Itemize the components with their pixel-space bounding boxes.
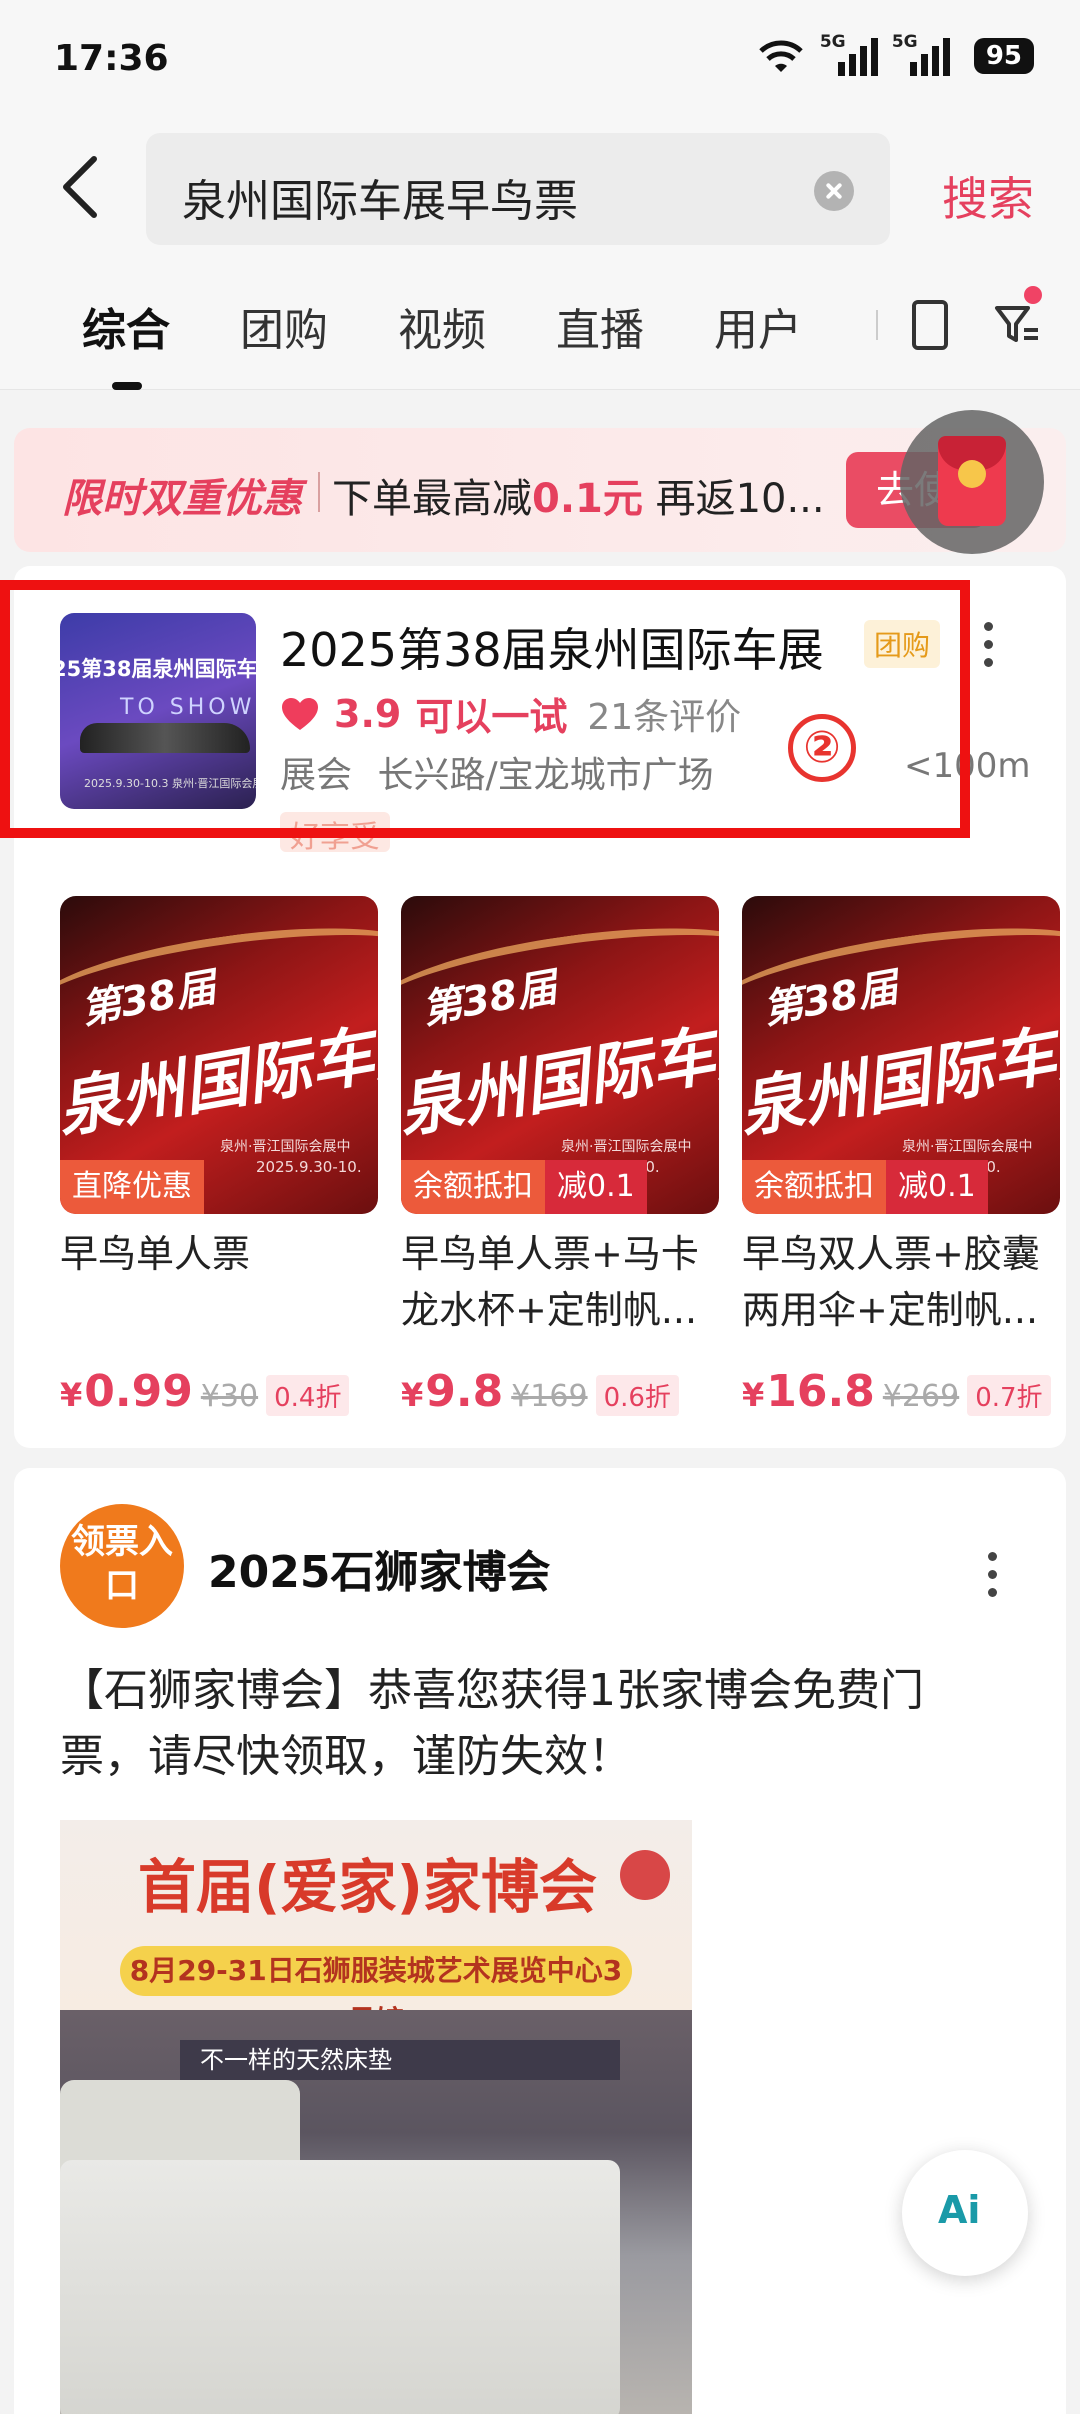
product-image[interactable]: 第38届 泉州国际车展 泉州·晋江国际会展中 2025.9.30-10. 直降优… [60, 896, 378, 1214]
original-price: ¥169 [511, 1379, 588, 1414]
post-card[interactable]: 领票入口 2025石狮家博会 【石狮家博会】恭喜您获得1张家博会免费门票，请尽快… [14, 1468, 1066, 2414]
tab-bar: 综合 团购 视频 直播 用户 [0, 250, 1080, 390]
promo-title: 限时双重优惠 [62, 476, 302, 522]
tab-live[interactable]: 直播 [556, 294, 644, 358]
product-name[interactable]: 早鸟单人票 [60, 1226, 378, 1338]
layout-toggle-icon[interactable] [912, 300, 948, 350]
image-venue: 泉州·晋江国际会展中 [902, 1139, 1033, 1155]
search-input[interactable]: 泉州国际车展早鸟票 [146, 133, 890, 245]
product-tag-amount: 减0.1 [545, 1160, 647, 1214]
current-price: 0.99 [84, 1366, 193, 1417]
currency-symbol: ¥ [401, 1376, 424, 1414]
signal-icon-2: 5G [892, 32, 950, 76]
red-packet-floating-button[interactable] [900, 410, 1044, 554]
back-arrow-icon[interactable] [56, 155, 106, 219]
clear-icon[interactable] [814, 171, 854, 211]
post-more-options-icon[interactable] [988, 1552, 998, 1606]
post-image-banner: 不一样的天然床垫 [180, 2040, 620, 2080]
network-type-2: 5G [891, 32, 918, 52]
status-bar: 17:36 5G 5G 95 [0, 0, 1080, 125]
post-image[interactable]: 首届(爱家)家博会 8月29-31日石狮服装城艺术展览中心3号馆 不一样的天然床… [60, 1820, 692, 2414]
product-image[interactable]: 第38届 泉州国际车展 泉州·晋江国际会展中 9.30-10. 余额抵扣 减0.… [742, 896, 1060, 1214]
more-options-icon[interactable] [984, 622, 994, 676]
promo-text-prefix: 下单最高减 [332, 476, 532, 522]
promo-text: 下单最高减0.1元 再返10... [332, 466, 825, 524]
status-icons: 5G 5G 95 [756, 32, 1034, 76]
post-image-header: 首届(爱家)家博会 8月29-31日石狮服装城艺术展览中心3号馆 [60, 1820, 692, 2037]
annotation-highlight-box [0, 580, 970, 838]
discount-badge: 0.4折 [266, 1375, 350, 1416]
image-venue: 泉州·晋江国际会展中 [561, 1139, 692, 1155]
ai-assistant-button[interactable]: Ai [902, 2150, 1028, 2276]
tab-group-buy[interactable]: 团购 [240, 294, 328, 358]
post-text: 【石狮家博会】恭喜您获得1张家博会免费门票，请尽快领取，谨防失效！ [60, 1665, 924, 1782]
product-tag-label: 直降优惠 [60, 1160, 204, 1214]
image-venue: 泉州·晋江国际会展中 [220, 1139, 351, 1155]
promo-amount: 0.1元 [532, 476, 643, 522]
avatar[interactable]: 领票入口 [60, 1504, 184, 1628]
post-image-subtitle: 8月29-31日石狮服装城艺术展览中心3号馆 [120, 1946, 632, 2037]
search-button[interactable]: 搜索 [942, 163, 1034, 229]
product-name[interactable]: 早鸟单人票+马卡龙水杯+定制帆... [401, 1226, 719, 1338]
post-author[interactable]: 2025石狮家博会 [208, 1536, 550, 1600]
currency-symbol: ¥ [742, 1376, 765, 1414]
filter-icon[interactable] [994, 302, 1040, 348]
clock: 17:36 [54, 38, 169, 79]
post-image-title: 首届(爱家)家博会 [138, 1853, 598, 1921]
search-header: 泉州国际车展早鸟票 搜索 [0, 125, 1080, 250]
product-tag-label: 余额抵扣 [401, 1160, 545, 1214]
bed [60, 2160, 620, 2414]
network-type: 5G [819, 32, 846, 52]
product-tag: 余额抵扣 减0.1 [401, 1160, 647, 1214]
tab-video[interactable]: 视频 [398, 294, 486, 358]
original-price: ¥30 [200, 1379, 259, 1414]
wifi-icon [759, 40, 803, 72]
product-tag-amount: 减0.1 [886, 1160, 988, 1214]
battery-indicator: 95 [973, 38, 1034, 74]
current-price: 16.8 [766, 1366, 875, 1417]
tab-divider [876, 310, 878, 340]
tab-comprehensive[interactable]: 综合 [82, 294, 170, 358]
discount-badge: 0.7折 [967, 1375, 1051, 1416]
product-name[interactable]: 早鸟双人票+胶囊两用伞+定制帆... [742, 1226, 1060, 1338]
current-price: 9.8 [425, 1366, 504, 1417]
image-date: 2025.9.30-10. [256, 1158, 362, 1176]
original-price: ¥269 [882, 1379, 960, 1414]
product-price: ¥ 0.99 ¥30 0.4折 [60, 1366, 350, 1417]
product-tag: 余额抵扣 减0.1 [742, 1160, 988, 1214]
product-price: ¥ 16.8 ¥269 0.7折 [742, 1366, 1051, 1417]
currency-symbol: ¥ [60, 1376, 83, 1414]
product-tag: 直降优惠 [60, 1160, 204, 1214]
red-envelope-icon [938, 436, 1006, 526]
search-query: 泉州国际车展早鸟票 [182, 176, 578, 227]
promo-text-suffix: 再返10... [642, 476, 825, 522]
product-price: ¥ 9.8 ¥169 0.6折 [401, 1366, 679, 1417]
active-tab-indicator [112, 382, 142, 390]
ai-icon: Ai [938, 2188, 981, 2232]
product-image[interactable]: 第38届 泉州国际车展 泉州·晋江国际会展中 9.30-10. 余额抵扣 减0.… [401, 896, 719, 1214]
signal-icon: 5G [820, 32, 878, 76]
tab-users[interactable]: 用户 [714, 294, 802, 358]
promo-divider [318, 472, 320, 512]
product-tag-label: 余额抵扣 [742, 1160, 886, 1214]
notification-dot [1024, 286, 1042, 304]
discount-badge: 0.6折 [595, 1375, 679, 1416]
link-icon [620, 1850, 670, 1900]
